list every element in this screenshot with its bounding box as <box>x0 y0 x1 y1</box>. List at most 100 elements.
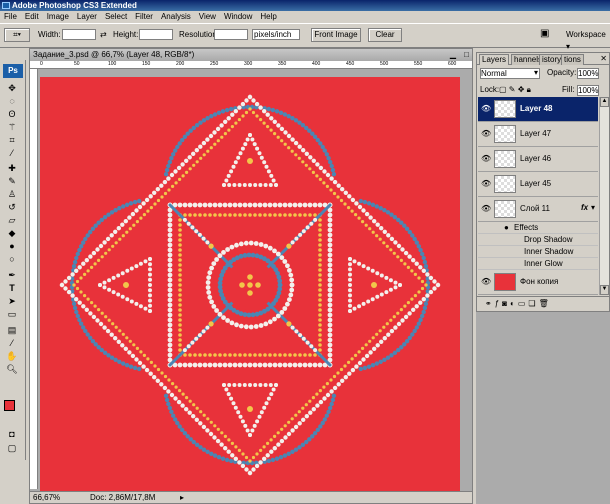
bridge-icon[interactable]: ▣ <box>540 28 549 40</box>
clone-stamp-tool-icon[interactable]: ♙ <box>4 188 20 200</box>
quick-mask-icon[interactable]: ◘ <box>4 428 20 440</box>
trash-icon[interactable]: 🗑︎ <box>539 299 552 308</box>
fx-icon[interactable]: fx <box>581 203 588 212</box>
dodge-tool-icon[interactable]: ○ <box>4 253 20 265</box>
menu-filter[interactable]: Filter <box>131 11 157 23</box>
paint-bucket-tool-icon[interactable]: ◆ <box>4 227 20 239</box>
expand-icon[interactable]: ▾ <box>591 203 595 212</box>
path-selection-tool-icon[interactable]: ➤ <box>4 295 20 307</box>
notes-tool-icon[interactable]: ▤ <box>4 324 20 336</box>
eye-icon[interactable]: 👁︎ <box>481 278 491 286</box>
effects-group[interactable]: ● Effects <box>478 222 598 234</box>
workspace-menu[interactable]: Workspace ▾ <box>566 29 610 53</box>
eye-icon[interactable]: 👁︎ <box>481 105 491 113</box>
ornament-dot <box>332 191 337 196</box>
menu-layer[interactable]: Layer <box>73 11 101 23</box>
ornament-dot <box>269 116 274 121</box>
lasso-tool-icon[interactable]: ʘ <box>4 108 20 120</box>
effect-item[interactable]: Drop Shadow <box>478 234 598 246</box>
layer-row[interactable]: 👁︎ Layer 46 <box>478 147 598 172</box>
layer-row[interactable]: 👁︎ Layer 48 <box>478 97 598 122</box>
ornament-dot <box>93 304 97 308</box>
effect-item[interactable]: Inner Glow <box>478 258 598 270</box>
menu-analysis[interactable]: Analysis <box>157 11 195 23</box>
menu-help[interactable]: Help <box>256 11 280 23</box>
blend-mode-select[interactable]: Normal ▾ <box>480 68 540 79</box>
doc-size[interactable]: Doc: 2,86M/17,8M <box>90 492 155 503</box>
menu-edit[interactable]: Edit <box>21 11 43 23</box>
marquee-tool-icon[interactable]: ◌ <box>4 95 20 107</box>
mask-icon[interactable]: ◙ <box>502 299 510 308</box>
ruler-tick: 550 <box>414 61 423 67</box>
shape-tool-icon[interactable]: ▭ <box>4 308 20 320</box>
front-image-button[interactable]: Front Image <box>311 28 361 42</box>
effect-item[interactable]: Inner Shadow <box>478 246 598 258</box>
height-field[interactable] <box>139 29 173 40</box>
swap-icon[interactable]: ⇄ <box>100 29 107 41</box>
layer-row[interactable]: 👁︎ Слой 11 fx ▾ <box>478 197 598 222</box>
ornament-dot <box>327 237 333 243</box>
menu-image[interactable]: Image <box>43 11 73 23</box>
move-tool-icon[interactable]: ✥ <box>4 82 20 94</box>
healing-brush-tool-icon[interactable]: ✚ <box>4 162 20 174</box>
zoom-level[interactable]: 66,67% <box>33 492 60 503</box>
eye-icon[interactable]: 👁︎ <box>481 180 491 188</box>
menu-select[interactable]: Select <box>101 11 131 23</box>
clear-button[interactable]: Clear <box>368 28 402 42</box>
layer-row[interactable]: 👁︎ Layer 45 <box>478 172 598 197</box>
ornament-dot <box>233 213 237 217</box>
link-icon[interactable]: ⚭ <box>485 299 495 308</box>
new-layer-icon[interactable]: ❏ <box>528 299 538 308</box>
status-menu-arrow-icon[interactable]: ▸ <box>180 492 184 503</box>
effects-eye-icon[interactable]: ● <box>504 222 509 234</box>
eraser-tool-icon[interactable]: ▱ <box>4 214 20 226</box>
ornament-dot <box>327 312 333 318</box>
tool-preset-picker[interactable]: ⌗▾ <box>4 28 30 42</box>
history-brush-tool-icon[interactable]: ↺ <box>4 201 20 213</box>
foreground-color-swatch[interactable] <box>4 400 15 411</box>
lock-icons[interactable]: ▢ ✎ ✥ 🔒︎ <box>499 84 531 96</box>
screen-mode-icon[interactable]: ▢ <box>4 442 20 454</box>
ornament-dot <box>167 212 173 218</box>
ornament-dot <box>350 209 354 213</box>
scroll-down-icon[interactable]: ▼ <box>600 285 609 295</box>
maximize-icon[interactable]: □ <box>464 49 469 61</box>
tab-layers[interactable]: Layers <box>479 54 510 65</box>
fill-field[interactable]: 100% <box>577 85 599 96</box>
eye-icon[interactable]: 👁︎ <box>481 205 491 213</box>
ornament-dot <box>248 213 252 217</box>
menu-file[interactable]: File <box>0 11 21 23</box>
tab-actions[interactable]: tions <box>561 54 584 65</box>
menu-view[interactable]: View <box>195 11 220 23</box>
layer-row[interactable]: 👁︎ Фон копия <box>478 270 598 295</box>
layer-row[interactable]: 👁︎ Layer 47 <box>478 122 598 147</box>
crop-tool-icon[interactable]: ⌗ <box>4 134 20 146</box>
width-field[interactable] <box>62 29 96 40</box>
eyedropper-tool-icon[interactable]: ⁄ <box>4 147 20 159</box>
layers-scrollbar[interactable]: ▲ ▼ <box>599 97 609 295</box>
resolution-units-select[interactable]: pixels/inch <box>252 29 300 40</box>
brush-tool-icon[interactable]: ✎ <box>4 175 20 187</box>
hand-tool-icon[interactable]: ✋ <box>4 350 20 362</box>
folder-icon[interactable]: ▭ <box>518 299 529 308</box>
pen-tool-icon[interactable]: ✒ <box>4 269 20 281</box>
close-icon[interactable]: ✕ <box>600 54 607 63</box>
ornament-dot <box>327 272 333 278</box>
ornament-dot <box>185 396 189 400</box>
eye-icon[interactable]: 👁︎ <box>481 130 491 138</box>
adjustment-icon[interactable]: ◐ <box>510 299 518 308</box>
magic-wand-tool-icon[interactable]: ⚚ <box>4 121 20 133</box>
zoom-tool-icon[interactable]: 🔍︎ <box>4 363 20 375</box>
type-tool-icon[interactable]: T <box>4 282 20 294</box>
minimize-icon[interactable]: ▁ <box>450 49 456 61</box>
eyedropper2-tool-icon[interactable]: ⁄ <box>4 337 20 349</box>
layer-thumbnail <box>494 125 516 143</box>
resolution-field[interactable] <box>214 29 248 40</box>
eye-icon[interactable]: 👁︎ <box>481 155 491 163</box>
blur-tool-icon[interactable]: ● <box>4 240 20 252</box>
scroll-up-icon[interactable]: ▲ <box>600 97 609 107</box>
menu-window[interactable]: Window <box>220 11 256 23</box>
image-canvas[interactable] <box>40 77 460 493</box>
ornament-dot <box>350 197 356 203</box>
opacity-field[interactable]: 100% <box>577 68 599 79</box>
